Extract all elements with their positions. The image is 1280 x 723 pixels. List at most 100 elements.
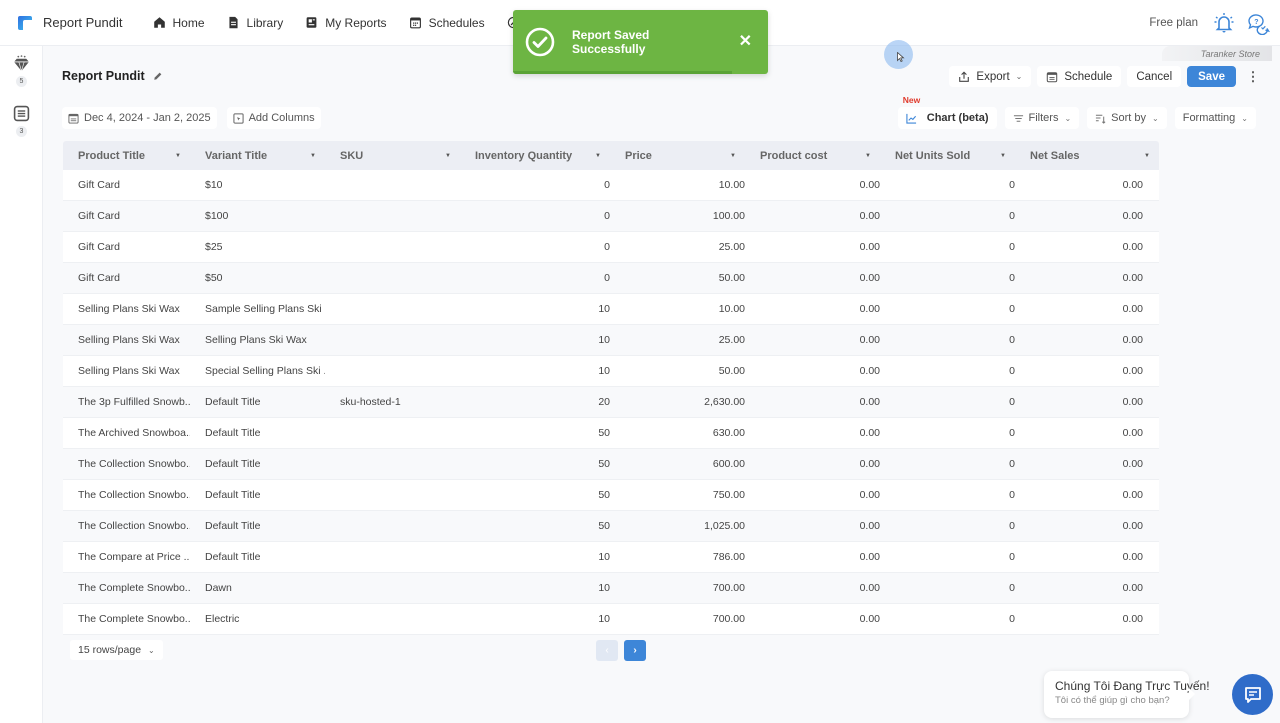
column-header-price[interactable]: Price ▼ [610, 141, 745, 170]
table-row[interactable]: Gift Card $100 0 100.00 0.00 0 0.00 [63, 201, 1159, 232]
plan-label[interactable]: Free plan [1149, 17, 1198, 29]
cell-inventory-quantity: 50 [598, 520, 610, 532]
nav-label: My Reports [325, 15, 387, 30]
sort-by-dropdown[interactable]: Sort by ⌄ [1087, 107, 1167, 129]
column-header-net-units-sold[interactable]: Net Units Sold ▼ [880, 141, 1015, 170]
sort-icon [1096, 114, 1106, 124]
cell-net-units-sold: 0 [1009, 520, 1015, 532]
cancel-label: Cancel [1136, 70, 1173, 83]
column-header-product-title[interactable]: Product Title ▼ [63, 141, 190, 170]
cell-sku: sku-hosted-1 [340, 396, 401, 408]
cell-net-sales: 0.00 [1122, 272, 1143, 284]
cell-variant-title: Electric [205, 613, 240, 625]
sort-caret-icon[interactable]: ▼ [175, 153, 181, 159]
cell-inventory-quantity: 0 [604, 241, 610, 253]
rows-per-page-label: 15 rows/page [78, 644, 142, 656]
column-header-net-sales[interactable]: Net Sales ▼ [1015, 141, 1159, 170]
close-icon[interactable]: ✕ [739, 34, 752, 50]
sort-caret-icon[interactable]: ▼ [1000, 153, 1006, 159]
next-page-button[interactable]: › [624, 640, 646, 661]
report-title-text[interactable]: Report Pundit [62, 69, 145, 83]
open-chat-button[interactable] [1232, 674, 1273, 715]
table-row[interactable]: Selling Plans Ski Wax Sample Selling Plan… [63, 294, 1159, 325]
cell-inventory-quantity: 50 [598, 427, 610, 439]
cancel-button[interactable]: Cancel [1127, 66, 1182, 87]
cell-product-cost: 0.00 [859, 303, 880, 315]
table-row[interactable]: Selling Plans Ski Wax Special Selling Pla… [63, 356, 1159, 387]
cell-inventory-quantity: 0 [604, 210, 610, 222]
table-row[interactable]: The Archived Snowboa... Default Title 50 63… [63, 418, 1159, 449]
cell-variant-title: Sample Selling Plans Ski ... [205, 303, 325, 315]
cell-variant-title: $10 [205, 179, 223, 191]
sort-caret-icon[interactable]: ▼ [445, 153, 451, 159]
add-columns-button[interactable]: Add Columns [226, 107, 321, 129]
cell-product-cost: 0.00 [859, 179, 880, 191]
sort-caret-icon[interactable]: ▼ [595, 153, 601, 159]
rows-per-page-select[interactable]: 15 rows/page ⌄ [70, 640, 163, 660]
table-row[interactable]: Gift Card $25 0 25.00 0.00 0 0.00 [63, 232, 1159, 263]
table-row[interactable]: Gift Card $10 0 10.00 0.00 0 0.00 [63, 170, 1159, 201]
cell-variant-title: Default Title [205, 489, 261, 501]
nav-item-home[interactable]: Home [153, 16, 205, 30]
cell-net-units-sold: 0 [1009, 365, 1015, 377]
chart-beta-button[interactable]: New Chart (beta) [897, 95, 997, 129]
live-chat-bubble[interactable]: Chúng Tôi Đang Trực Tuyến! Tôi có thể gi… [1044, 671, 1210, 718]
column-header-sku[interactable]: SKU ▼ [325, 141, 460, 170]
table-row[interactable]: The Collection Snowbo... Default Title 50 6… [63, 449, 1159, 480]
more-options-icon[interactable]: ⋮ [1246, 69, 1260, 85]
cell-net-sales: 0.00 [1122, 582, 1143, 594]
cell-product-title: The Compare at Price ... [78, 551, 190, 563]
schedule-button[interactable]: Schedule [1037, 66, 1122, 87]
nav-item-schedules[interactable]: Schedules [409, 16, 485, 30]
cell-price: 2,630.00 [704, 396, 745, 408]
export-button[interactable]: Export ⌄ [949, 66, 1032, 87]
cell-price: 10.00 [718, 303, 745, 315]
rail-item-reports[interactable]: 3 [0, 105, 43, 137]
column-header-variant-title[interactable]: Variant Title ▼ [190, 141, 325, 170]
cell-product-title: The Collection Snowbo... [78, 489, 190, 501]
nav-item-library[interactable]: Library [227, 16, 283, 30]
help-chat-icon[interactable]: ? [1246, 11, 1270, 35]
table-row[interactable]: The Complete Snowbo... Electric 10 700.00 0.… [63, 604, 1159, 635]
report-title: Report Pundit [62, 69, 163, 83]
column-header-inventory-quantity[interactable]: Inventory Quantity ▼ [460, 141, 610, 170]
cell-product-cost: 0.00 [859, 272, 880, 284]
table-row[interactable]: Selling Plans Ski Wax Selling Plans Ski W… [63, 325, 1159, 356]
formatting-dropdown[interactable]: Formatting ⌄ [1174, 107, 1256, 129]
table-row[interactable]: The Collection Snowbo... Default Title 50 1… [63, 511, 1159, 542]
filters-dropdown[interactable]: Filters ⌄ [1004, 107, 1080, 129]
sort-caret-icon[interactable]: ▼ [1144, 153, 1150, 159]
table-row[interactable]: The Complete Snowbo... Dawn 10 700.00 0.00 0 0… [63, 573, 1159, 604]
cell-price: 50.00 [718, 272, 745, 284]
sort-caret-icon[interactable]: ▼ [865, 153, 871, 159]
previous-page-button[interactable]: ‹ [596, 640, 618, 661]
cell-price: 10.00 [718, 179, 745, 191]
column-header-product-cost[interactable]: Product cost ▼ [745, 141, 880, 170]
sort-caret-icon[interactable]: ▼ [310, 153, 316, 159]
table-row[interactable]: The Collection Snowbo... Default Title 50 7… [63, 480, 1159, 511]
brand[interactable]: Report Pundit [18, 15, 123, 30]
column-header-label: Price [625, 149, 652, 162]
bell-icon[interactable] [1212, 11, 1236, 35]
cell-net-sales: 0.00 [1122, 551, 1143, 563]
rail-item-plans[interactable]: 5 [0, 55, 43, 87]
my-reports-icon [306, 17, 317, 28]
date-range-picker[interactable]: Dec 4, 2024 - Jan 2, 2025 [62, 107, 217, 129]
cell-product-title: The 3p Fulfilled Snowb... [78, 396, 190, 408]
pencil-edit-icon[interactable] [153, 71, 163, 81]
success-toast: Report Saved Successfully ✕ [513, 10, 768, 74]
table-row[interactable]: Gift Card $50 0 50.00 0.00 0 0.00 [63, 263, 1159, 294]
chevron-down-icon: ⌄ [1064, 113, 1072, 123]
cell-variant-title: Default Title [205, 551, 261, 563]
table-row[interactable]: The 3p Fulfilled Snowb... Default Title sk… [63, 387, 1159, 418]
sort-caret-icon[interactable]: ▼ [730, 153, 736, 159]
upload-export-icon [959, 71, 970, 82]
nav-item-my-reports[interactable]: My Reports [305, 15, 387, 30]
cell-variant-title: $25 [205, 241, 223, 253]
cell-product-title: Gift Card [78, 179, 121, 191]
table-row[interactable]: The Compare at Price ... Default Title 10 7… [63, 542, 1159, 573]
cell-price: 700.00 [712, 613, 745, 625]
cell-product-cost: 0.00 [859, 520, 880, 532]
save-button[interactable]: Save [1187, 66, 1236, 87]
cell-net-units-sold: 0 [1009, 334, 1015, 346]
